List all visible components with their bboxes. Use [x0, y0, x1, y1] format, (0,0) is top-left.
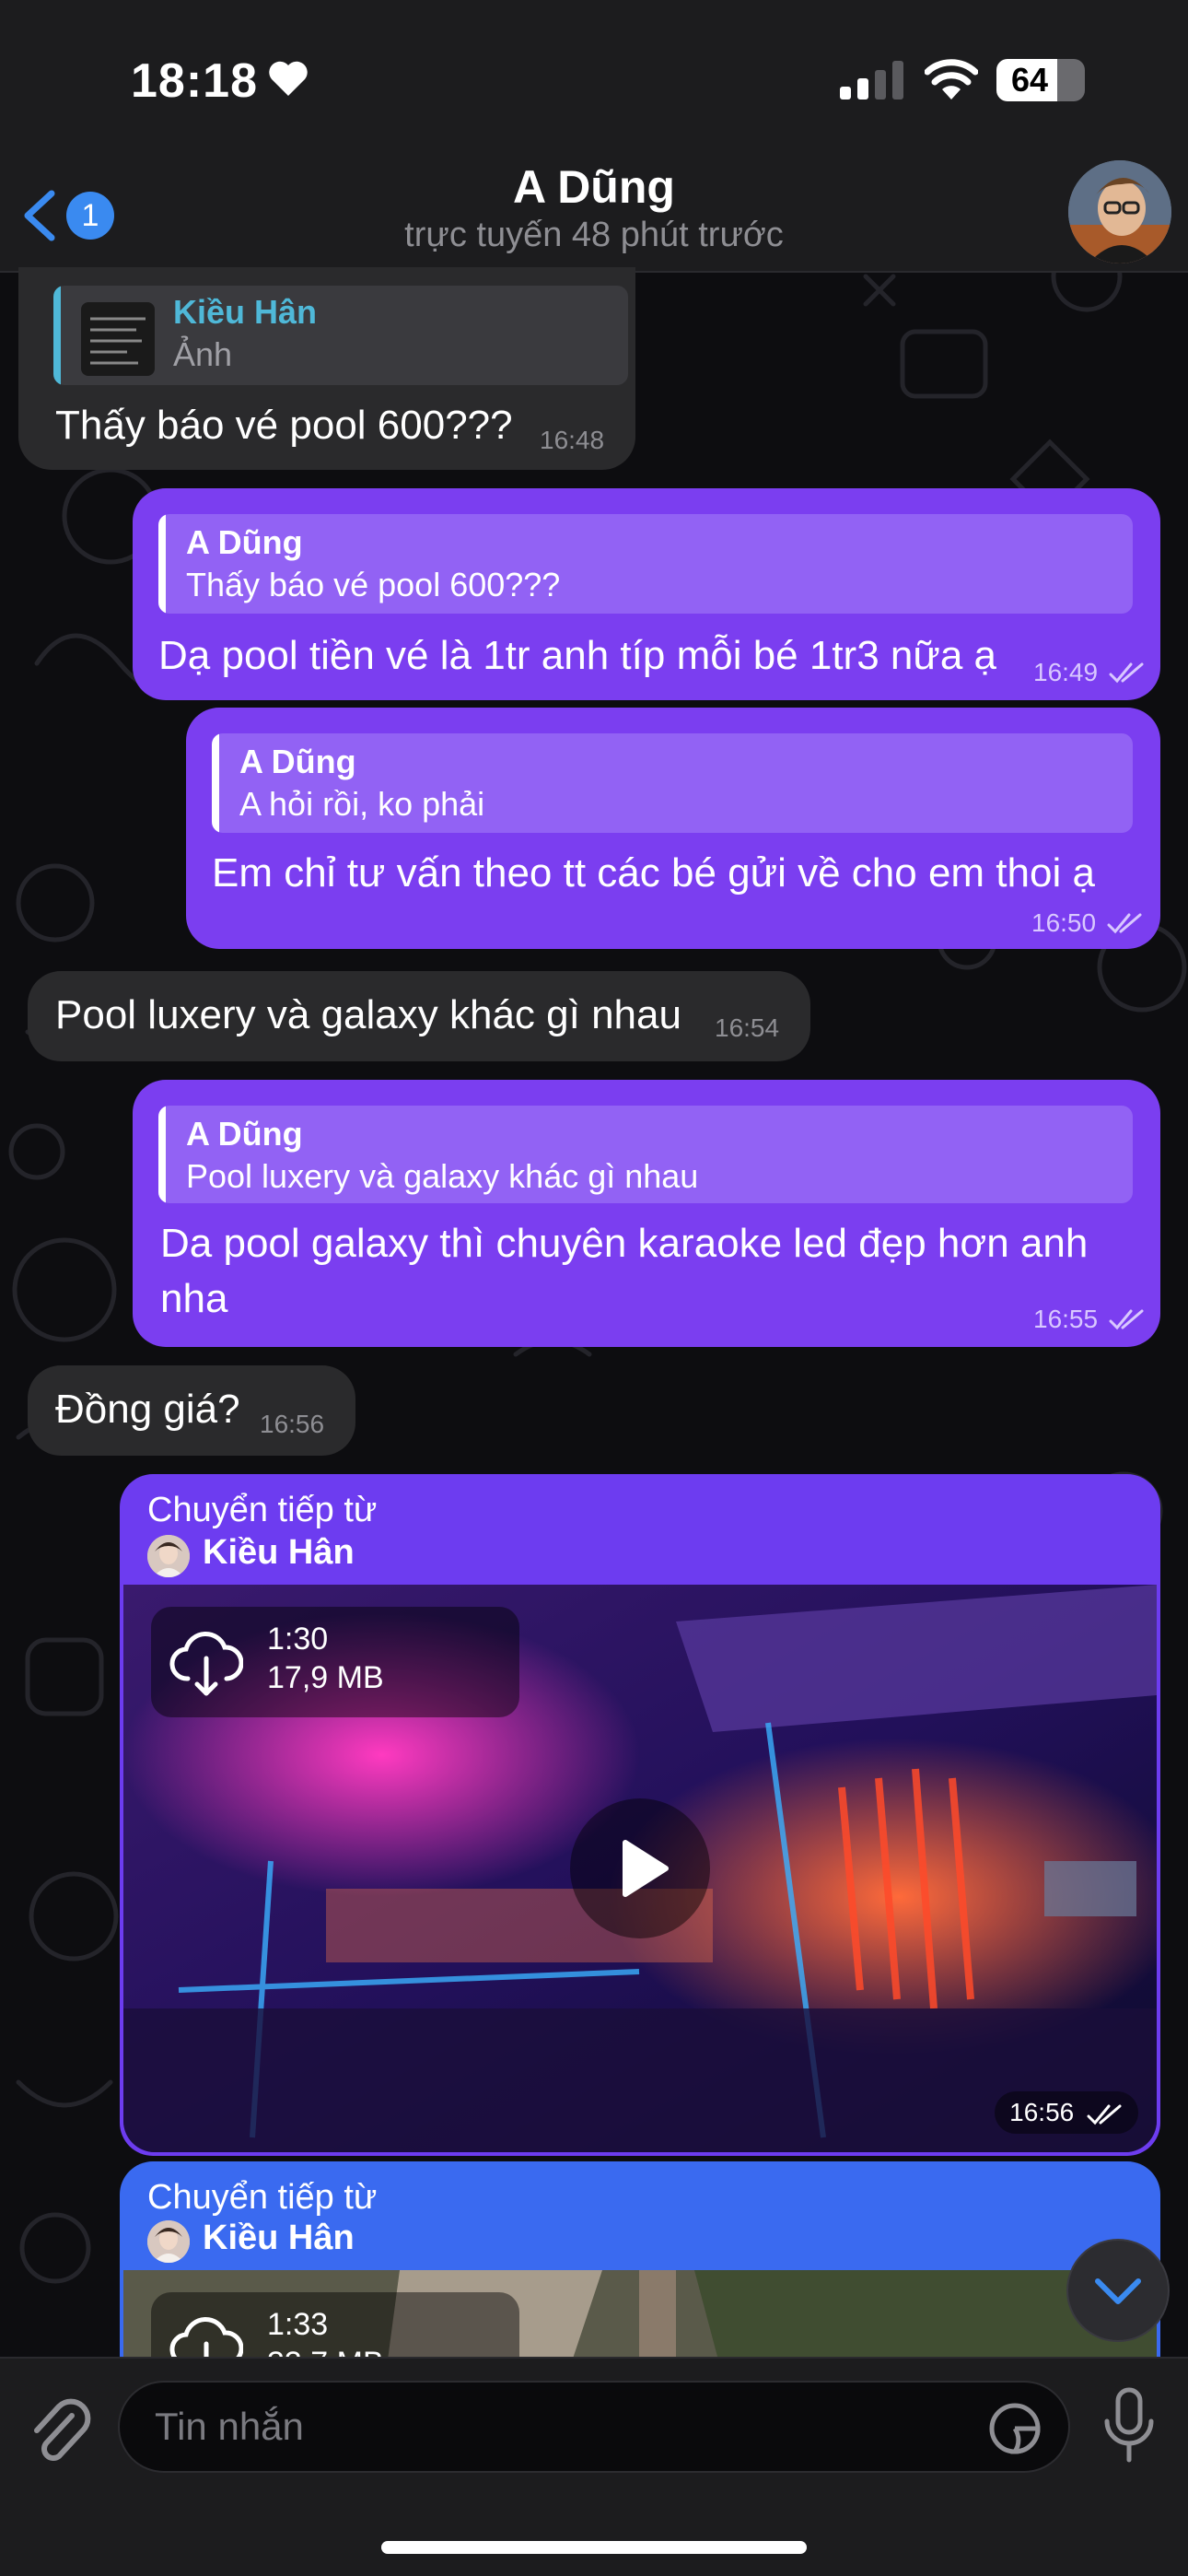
forwarded-sender-name[interactable]: Kiều Hân [203, 2219, 355, 2258]
scroll-down-button[interactable] [1066, 2239, 1170, 2342]
message-time: 16:56 [260, 1410, 325, 1438]
message-composer: Tin nhắn [0, 2357, 1188, 2576]
message-bubble-outgoing[interactable]: A Dũng Pool luxery và galaxy khác gì nha… [133, 1080, 1160, 1347]
message-input-placeholder: Tin nhắn [155, 2405, 304, 2448]
reply-text: A hỏi rồi, ko phải [239, 785, 485, 823]
forwarded-video-message[interactable]: Chuyển tiếp từ Kiều Hân 1:30 17,9 MB 16:… [120, 1474, 1160, 2156]
reply-quote[interactable]: A Dũng Pool luxery và galaxy khác gì nha… [158, 1106, 1133, 1203]
forwarded-avatar[interactable] [147, 2220, 190, 2263]
message-bubble-outgoing[interactable]: A Dũng A hỏi rồi, ko phải Em chỉ tư vấn … [186, 708, 1160, 949]
forwarded-sender-name[interactable]: Kiều Hân [203, 1533, 355, 1573]
play-icon [623, 1840, 669, 1897]
reply-text: Pool luxery và galaxy khác gì nhau [186, 1157, 699, 1195]
reply-quote[interactable]: A Dũng Thấy báo vé pool 600??? [158, 514, 1133, 614]
reply-bar [53, 286, 61, 385]
video-time-badge: 16:56 [995, 2091, 1138, 2134]
download-info[interactable]: 1:30 17,9 MB [151, 1607, 519, 1717]
video-duration: 1:33 [267, 2307, 329, 2342]
sticker-icon[interactable] [987, 2401, 1042, 2456]
reply-bar [212, 733, 219, 833]
message-time: 16:55 [1033, 1305, 1099, 1333]
chevron-down-icon [1095, 2278, 1141, 2304]
message-bubble-outgoing[interactable]: A Dũng Thấy báo vé pool 600??? Dạ pool t… [133, 488, 1160, 700]
message-text: Em chỉ tư vấn theo tt các bé gửi về cho … [212, 850, 1095, 896]
reply-name: A Dũng [186, 523, 303, 561]
double-check-icon [1087, 2104, 1122, 2125]
message-time: 16:54 [715, 1013, 780, 1042]
forwarded-from-label: Chuyển tiếp từ [147, 1491, 378, 1529]
message-time: 16:56 [1009, 2098, 1075, 2126]
home-indicator [381, 2541, 807, 2554]
message-text: Đồng giá? [55, 1387, 240, 1432]
message-text: Pool luxery và galaxy khác gì nhau [55, 992, 681, 1037]
reply-quote[interactable]: Kiều Hân Ảnh [53, 286, 628, 385]
play-button[interactable] [570, 1798, 710, 1938]
reply-name: A Dũng [186, 1115, 303, 1153]
video-player[interactable]: 1:30 17,9 MB 16:56 [123, 1585, 1157, 2152]
reply-bar [158, 1106, 166, 1203]
double-check-icon [1109, 1309, 1144, 1330]
wifi-icon [925, 59, 978, 100]
double-check-icon [1109, 662, 1144, 684]
avatar[interactable] [1068, 160, 1171, 263]
message-text-line: Da pool galaxy thì chuyên karaoke led đẹ… [160, 1221, 1089, 1266]
reply-bar [158, 514, 166, 614]
download-icon [169, 1631, 243, 1696]
message-bubble-incoming[interactable]: Đồng giá? 16:56 [28, 1365, 355, 1456]
message-text: Thấy báo vé pool 600??? [55, 403, 513, 448]
chat-subtitle: trực tuyến 48 phút trước [404, 216, 784, 254]
status-bar: 18:18 64 [0, 0, 1188, 157]
video-size: 17,9 MB [267, 1660, 384, 1695]
status-time: 18:18 [131, 54, 258, 108]
chat-screen: 18:18 64 1 A Dũng trực tuyến 48 phút trư… [0, 0, 1188, 2576]
message-input[interactable]: Tin nhắn [118, 2381, 1070, 2473]
battery-level: 64 [1010, 61, 1049, 99]
mic-icon[interactable] [1101, 2386, 1157, 2465]
reply-name: Kiều Hân [173, 293, 318, 331]
message-text: Dạ pool tiền vé là 1tr anh típ mỗi bé 1t… [158, 633, 996, 678]
message-time: 16:48 [540, 426, 605, 454]
message-bubble-incoming[interactable]: Kiều Hân Ảnh Thấy báo vé pool 600??? 16:… [18, 267, 635, 470]
forwarded-from-label: Chuyển tiếp từ [147, 2178, 378, 2217]
attach-icon[interactable] [26, 2392, 92, 2465]
reply-text: Thấy báo vé pool 600??? [186, 566, 561, 603]
reply-text: Ảnh [173, 335, 233, 373]
heart-icon [269, 61, 308, 96]
chat-title[interactable]: A Dũng [0, 160, 1188, 214]
forwarded-avatar[interactable] [147, 1535, 190, 1577]
message-bubble-incoming[interactable]: Pool luxery và galaxy khác gì nhau 16:54 [28, 971, 810, 1061]
reply-name: A Dũng [239, 743, 356, 780]
chat-header: 1 A Dũng trực tuyến 48 phút trước [0, 157, 1188, 273]
reply-quote[interactable]: A Dũng A hỏi rồi, ko phải [212, 733, 1133, 833]
double-check-icon [1107, 913, 1142, 934]
message-text-line: nha [160, 1276, 228, 1321]
reply-thumbnail [81, 302, 155, 376]
message-time: 16:49 [1033, 658, 1099, 686]
message-time: 16:50 [1031, 908, 1097, 937]
signal-icon [840, 61, 903, 100]
avatar-image [1068, 160, 1171, 263]
battery-indicator: 64 [996, 59, 1085, 101]
video-duration: 1:30 [267, 1622, 329, 1657]
